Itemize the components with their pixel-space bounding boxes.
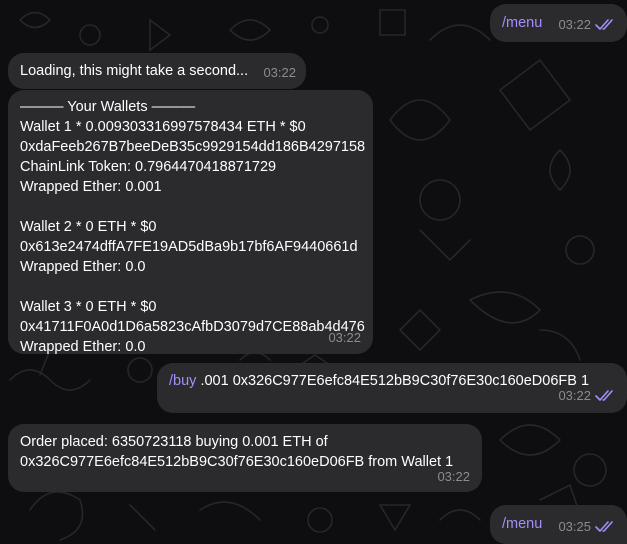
message-outgoing-buy[interactable]: /buy .001 0x326C977E6efc84E512bB9C30f76E… <box>157 363 627 413</box>
buy-args: .001 0x326C977E6efc84E512bB9C30f76E30c16… <box>196 373 590 389</box>
double-check-icon <box>595 19 613 30</box>
command-link-menu[interactable]: /menu <box>502 514 542 534</box>
wallet-2-title: Wallet 2 * 0 ETH * $0 <box>20 219 157 235</box>
double-check-icon <box>595 390 613 401</box>
message-timestamp: 03:22 <box>263 65 296 80</box>
message-text: /buy .001 0x326C977E6efc84E512bB9C30f76E… <box>169 371 589 391</box>
order-line-2: 0x326C977E6efc84E512bB9C30f76E30c160eD06… <box>20 454 454 470</box>
wallet-1-address: 0xdaFeeb267B7beeDeB35c9929154dd186B42971… <box>20 139 366 155</box>
message-timestamp: 03:22 <box>437 469 470 484</box>
message-incoming-loading[interactable]: Loading, this might take a second... 03:… <box>8 53 306 89</box>
double-check-icon <box>595 521 613 532</box>
message-incoming-order[interactable]: Order placed: 6350723118 buying 0.001 ET… <box>8 424 482 492</box>
wallet-1-title: Wallet 1 * 0.009303316997578434 ETH * $0 <box>20 119 306 135</box>
message-text: Loading, this might take a second... <box>20 63 249 79</box>
wallet-3-address: 0x41711F0A0d1D6a5823cAfbD3079d7CE88ab4d4… <box>20 319 365 335</box>
message-incoming-wallets[interactable]: ——— Your Wallets ——— Wallet 1 * 0.009303… <box>8 90 373 355</box>
message-timestamp: 03:22 <box>328 330 361 345</box>
wallet-2-token: Wrapped Ether: 0.0 <box>20 259 146 275</box>
command-link-menu[interactable]: /menu <box>502 13 542 33</box>
command-link-buy[interactable]: /buy <box>169 373 196 389</box>
wallet-3-token: Wrapped Ether: 0.0 <box>20 339 146 355</box>
message-timestamp: 03:25 <box>558 517 617 537</box>
message-timestamp: 03:22 <box>558 386 617 406</box>
message-outgoing-menu[interactable]: /menu 03:22 <box>490 4 627 42</box>
message-timestamp: 03:22 <box>558 15 617 35</box>
wallet-2-address: 0x613e2474dffA7FE19AD5dBa9b17bf6AF944066… <box>20 239 358 255</box>
order-line-1: Order placed: 6350723118 buying 0.001 ET… <box>20 434 328 450</box>
message-outgoing-menu[interactable]: /menu 03:25 <box>490 505 627 544</box>
wallet-1-token: ChainLink Token: 0.7964470418871729 <box>20 159 277 175</box>
wallet-1-token: Wrapped Ether: 0.001 <box>20 179 162 195</box>
wallet-3-title: Wallet 3 * 0 ETH * $0 <box>20 299 157 315</box>
wallets-header: ——— Your Wallets ——— <box>20 99 196 115</box>
